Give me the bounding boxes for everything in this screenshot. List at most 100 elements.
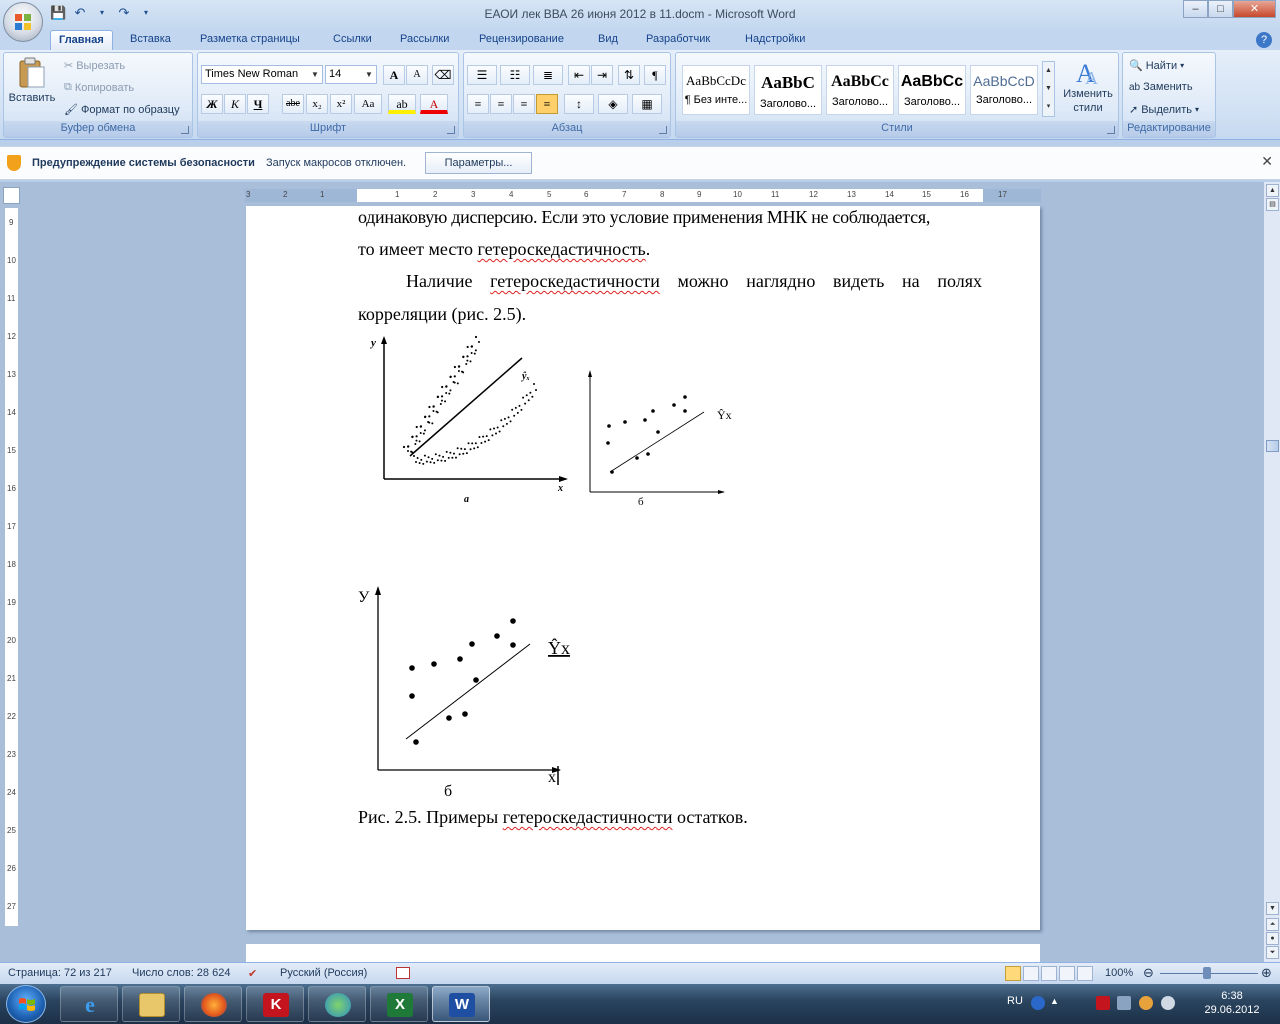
ruler-toggle-icon[interactable]: ▤ xyxy=(1266,198,1279,211)
bullets-icon[interactable]: ☰ xyxy=(467,65,497,85)
change-styles-button[interactable]: A A Изменить стили xyxy=(1058,57,1118,115)
zoom-slider-thumb[interactable] xyxy=(1203,967,1211,979)
cut-button[interactable]: ✂ Вырезать xyxy=(64,59,125,73)
tab-addins[interactable]: Надстройки xyxy=(737,30,813,50)
format-painter-button[interactable]: 🖌 Формат по образцу xyxy=(64,103,180,117)
style-tile-heading3[interactable]: AaBbCc Заголово... xyxy=(898,65,966,115)
find-button[interactable]: 🔍 Найти ▾ xyxy=(1129,59,1184,73)
help-icon[interactable]: ? xyxy=(1256,32,1272,48)
zoom-in-icon[interactable]: ⊕ xyxy=(1261,965,1272,981)
taskbar-ie[interactable]: e xyxy=(60,986,118,1022)
document-page[interactable]: одинаковую дисперсию. Если это условие п… xyxy=(246,206,1040,930)
language-indicator[interactable]: Русский (Россия) xyxy=(280,967,367,979)
tab-review[interactable]: Рецензирование xyxy=(471,30,572,50)
shading-icon[interactable]: ◈ xyxy=(598,94,628,114)
language-indicator[interactable]: RU xyxy=(1007,995,1023,1007)
proofing-icon[interactable]: ✔ xyxy=(248,967,257,980)
page-count[interactable]: Страница: 72 из 217 xyxy=(8,967,112,979)
clock[interactable]: 6:38 29.06.2012 xyxy=(1197,989,1267,1017)
taskbar-excel[interactable]: X xyxy=(370,986,428,1022)
underline-button[interactable]: Ч xyxy=(247,94,269,114)
superscript-button[interactable]: x² xyxy=(330,94,352,114)
font-size-select[interactable]: 14 ▼ xyxy=(325,65,377,84)
vertical-scrollbar[interactable]: ▲ ▤ ▼ ⏶ ● ⏷ xyxy=(1263,182,1280,962)
close-button[interactable]: ✕ xyxy=(1233,0,1276,18)
taskbar-explorer[interactable] xyxy=(122,986,180,1022)
maximize-button[interactable]: □ xyxy=(1208,0,1233,18)
font-launcher-icon[interactable] xyxy=(447,126,455,134)
tab-selector[interactable] xyxy=(3,187,20,204)
network-icon[interactable] xyxy=(1117,996,1131,1010)
next-page[interactable] xyxy=(246,944,1040,962)
taskbar-firefox[interactable] xyxy=(184,986,242,1022)
decrease-indent-icon[interactable]: ⇤ xyxy=(568,65,590,85)
scroll-down-icon[interactable]: ▼ xyxy=(1266,902,1279,915)
vertical-ruler[interactable]: 9 10 11 12 13 14 15 16 17 18 19 20 21 22… xyxy=(4,207,19,927)
align-right-icon[interactable]: ≡ xyxy=(513,94,535,114)
line-spacing-icon[interactable]: ↕ xyxy=(564,94,594,114)
style-tile-heading1[interactable]: AaBbC Заголово... xyxy=(754,65,822,115)
select-button[interactable]: ➚ Выделить ▾ xyxy=(1129,103,1199,117)
italic-button[interactable]: К xyxy=(224,94,246,114)
tab-mailings[interactable]: Рассылки xyxy=(392,30,457,50)
close-icon[interactable]: ✕ xyxy=(1261,153,1273,170)
sort-icon[interactable]: ⇅ xyxy=(618,65,640,85)
minimize-button[interactable]: – xyxy=(1183,0,1208,18)
taskbar-messenger[interactable] xyxy=(308,986,366,1022)
bold-button[interactable]: Ж xyxy=(201,94,223,114)
options-button[interactable]: Параметры... xyxy=(425,152,532,174)
kaspersky-tray-icon[interactable] xyxy=(1096,996,1110,1010)
clipboard-launcher-icon[interactable] xyxy=(181,126,189,134)
grow-font-button[interactable]: A xyxy=(383,65,405,85)
styles-scroll[interactable]: ▲ ▼ ▾ xyxy=(1042,61,1055,117)
volume-icon[interactable] xyxy=(1161,996,1175,1010)
taskbar-word[interactable]: W xyxy=(432,986,490,1022)
tab-page-layout[interactable]: Разметка страницы xyxy=(192,30,308,50)
copy-button[interactable]: ⧉ Копировать xyxy=(64,81,134,94)
tab-view[interactable]: Вид xyxy=(590,30,626,50)
word-count[interactable]: Число слов: 28 624 xyxy=(132,967,230,979)
help-tray-icon[interactable] xyxy=(1031,996,1045,1010)
taskbar-kaspersky[interactable]: K xyxy=(246,986,304,1022)
style-tile-heading2[interactable]: AaBbCc Заголово... xyxy=(826,65,894,115)
tab-insert[interactable]: Вставка xyxy=(122,30,179,50)
numbering-icon[interactable]: ☷ xyxy=(500,65,530,85)
shrink-font-button[interactable]: A xyxy=(406,65,428,85)
scroll-up-icon[interactable]: ▲ xyxy=(1266,184,1279,197)
full-screen-reading-icon[interactable] xyxy=(1023,966,1039,981)
print-layout-icon[interactable] xyxy=(1005,966,1021,981)
align-left-icon[interactable]: ≡ xyxy=(467,94,489,114)
tray-expand-icon[interactable]: ▲ xyxy=(1050,996,1064,1010)
zoom-level[interactable]: 100% xyxy=(1105,967,1133,979)
misspelled-word[interactable]: гетероскедастичности xyxy=(503,807,673,827)
scroll-thumb[interactable] xyxy=(1266,440,1279,452)
office-button[interactable] xyxy=(3,2,43,42)
change-case-button[interactable]: Aa xyxy=(354,94,382,114)
macro-record-icon[interactable] xyxy=(396,967,410,979)
next-page-icon[interactable]: ⏷ xyxy=(1266,946,1279,959)
increase-indent-icon[interactable]: ⇥ xyxy=(591,65,613,85)
paragraph-launcher-icon[interactable] xyxy=(659,126,667,134)
tab-developer[interactable]: Разработчик xyxy=(638,30,718,50)
borders-icon[interactable]: ▦ xyxy=(632,94,662,114)
tab-home[interactable]: Главная xyxy=(50,30,113,50)
align-center-icon[interactable]: ≡ xyxy=(490,94,512,114)
multilevel-list-icon[interactable]: ≣ xyxy=(533,65,563,85)
horizontal-ruler[interactable]: 3 2 1 1 2 3 4 5 6 7 8 9 10 11 12 13 14 1… xyxy=(244,188,1042,203)
replace-button[interactable]: ab Заменить xyxy=(1129,81,1193,93)
paste-button[interactable]: Вставить xyxy=(8,57,56,104)
misspelled-word[interactable]: гетероскедастичность xyxy=(477,239,645,259)
browse-object-icon[interactable]: ● xyxy=(1266,932,1279,945)
font-color-icon[interactable]: A xyxy=(420,94,448,114)
draft-icon[interactable] xyxy=(1077,966,1093,981)
tab-references[interactable]: Ссылки xyxy=(325,30,380,50)
style-tile-heading4[interactable]: AaBbCcD Заголово... xyxy=(970,65,1038,115)
style-tile-normal[interactable]: AaBbCcDc ¶ Без инте... xyxy=(682,65,750,115)
clear-format-icon[interactable]: ⌫ xyxy=(432,65,454,85)
misspelled-word[interactable]: гетероскедастичности xyxy=(490,271,660,291)
start-button[interactable] xyxy=(6,985,46,1023)
highlight-icon[interactable]: ab xyxy=(388,94,416,114)
strikethrough-button[interactable]: abe xyxy=(282,94,304,114)
font-name-select[interactable]: Times New Roman ▼ xyxy=(201,65,323,84)
show-marks-button[interactable]: ¶ xyxy=(644,65,666,85)
